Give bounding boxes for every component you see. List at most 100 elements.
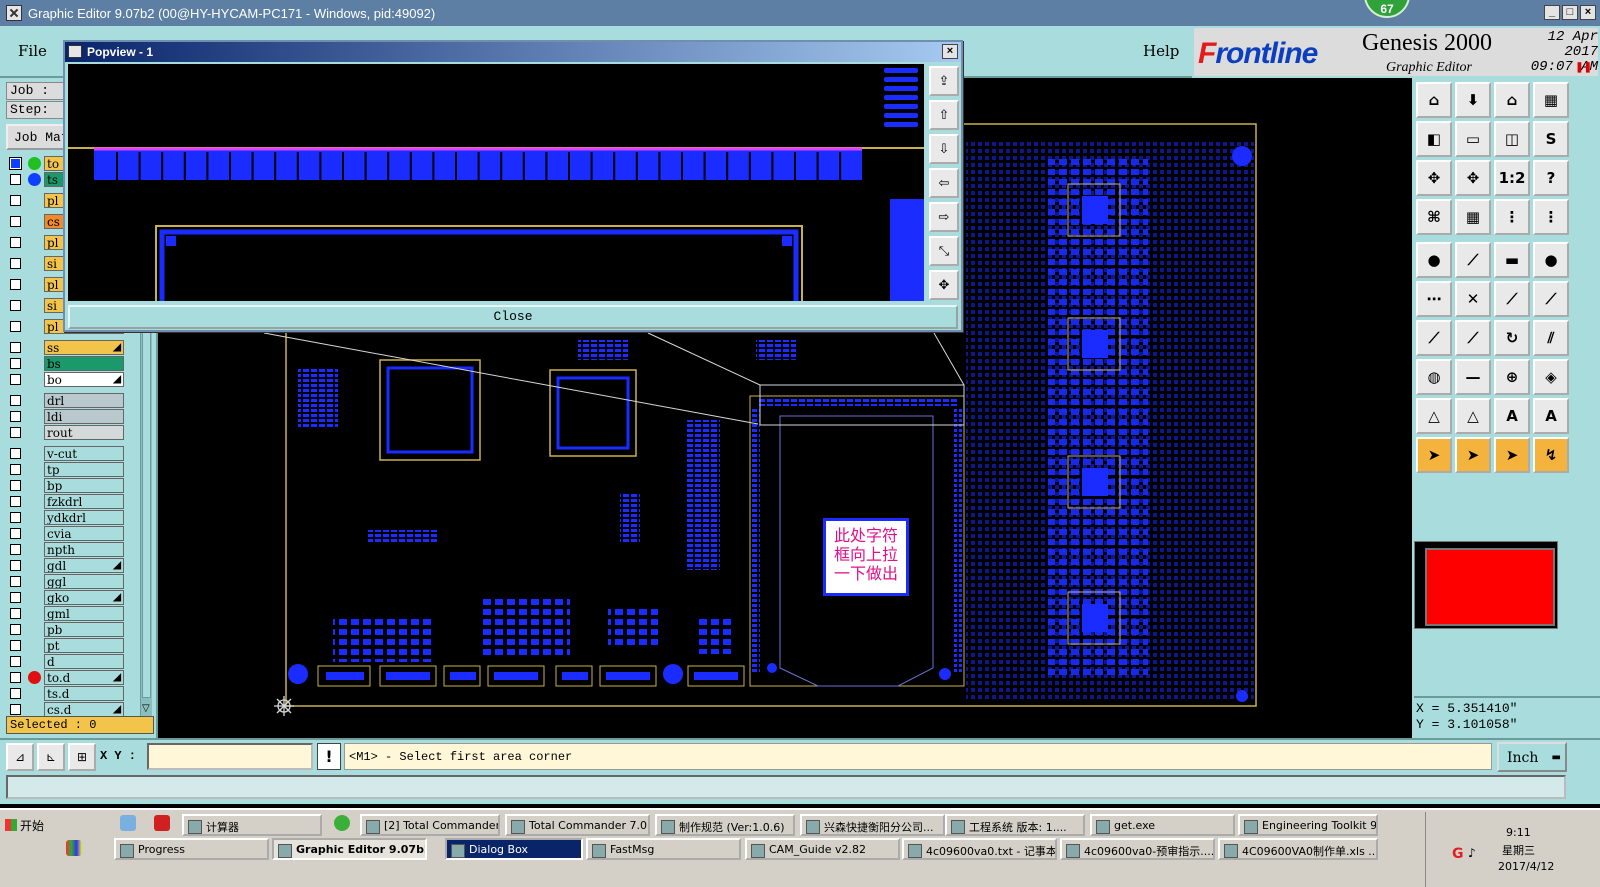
layer-row[interactable]: pt — [6, 638, 124, 653]
layer-checkbox[interactable] — [10, 279, 21, 290]
tool-button[interactable]: ▦ — [1533, 82, 1569, 118]
tool-button[interactable]: ◫ — [1494, 121, 1530, 157]
layer-checkbox[interactable] — [10, 512, 21, 523]
measure-mode-button[interactable]: ⊾ — [37, 743, 65, 771]
popview-close-icon[interactable]: × — [942, 44, 958, 59]
popview-close-button[interactable]: Close — [68, 305, 958, 329]
layer-checkbox[interactable] — [10, 656, 21, 667]
layer-checkbox[interactable] — [10, 672, 21, 683]
layer-row[interactable]: npth — [6, 542, 124, 557]
taskbar-item[interactable]: CAM_Guide v2.82 — [745, 838, 900, 860]
tool-button[interactable]: ⌂ — [1416, 82, 1452, 118]
tool-button[interactable]: ? — [1533, 160, 1569, 196]
units-select[interactable]: Inch ▬ — [1497, 742, 1567, 772]
popview-tool-button[interactable]: ⇦ — [929, 168, 959, 198]
popview-tool-button[interactable]: ⇩ — [929, 134, 959, 164]
layer-name[interactable]: pb — [44, 622, 124, 637]
layer-name[interactable]: cs.d — [44, 702, 124, 717]
tool-button[interactable]: ⋮ — [1494, 199, 1530, 235]
tool-button[interactable]: ◍ — [1416, 359, 1452, 395]
tool-button[interactable]: ⊕ — [1494, 359, 1530, 395]
tool-button[interactable]: A — [1494, 398, 1530, 434]
tool-button[interactable]: ▭ — [1455, 121, 1491, 157]
tool-button[interactable]: ✥ — [1455, 160, 1491, 196]
volume-icon[interactable]: ♪ — [1468, 846, 1476, 860]
layer-row[interactable]: ldi — [6, 409, 124, 424]
tool-button[interactable]: ⋮ — [1533, 199, 1569, 235]
layer-row[interactable]: fzkdrl — [6, 494, 124, 509]
tool-button[interactable]: ◧ — [1416, 121, 1452, 157]
taskbar-item[interactable]: Total Commander 7.0 ... — [505, 814, 650, 836]
layer-checkbox[interactable] — [10, 448, 21, 459]
taskbar-item[interactable]: 4C09600VA0制作单.xls ... — [1218, 838, 1378, 860]
layer-name[interactable]: pt — [44, 638, 124, 653]
layer-checkbox[interactable] — [10, 158, 21, 169]
minimize-button[interactable]: _ — [1544, 5, 1560, 20]
layer-name[interactable]: drl — [44, 393, 124, 408]
tool-button[interactable]: ⟋ — [1533, 281, 1569, 317]
popview-tool-button[interactable]: ⇪ — [929, 66, 959, 96]
tool-button[interactable]: ⟋ — [1494, 281, 1530, 317]
layer-name[interactable]: ts.d — [44, 686, 124, 701]
layer-name[interactable]: ldi — [44, 409, 124, 424]
layer-name[interactable]: bs — [44, 356, 124, 371]
maximize-button[interactable]: □ — [1562, 5, 1578, 20]
layer-row[interactable]: bp — [6, 478, 124, 493]
layer-name[interactable]: d — [44, 654, 124, 669]
popview-tool-button[interactable]: ⤡ — [929, 236, 959, 266]
layer-row[interactable]: rout — [6, 425, 124, 440]
layer-checkbox[interactable] — [10, 237, 21, 248]
layer-name[interactable]: bo — [44, 372, 124, 387]
layer-name[interactable]: rout — [44, 425, 124, 440]
popview-tool-button[interactable]: ✥ — [929, 270, 959, 300]
layer-checkbox[interactable] — [10, 395, 21, 406]
tool-button[interactable]: ⫽ — [1533, 320, 1569, 356]
layer-row[interactable]: cs.d ◢ — [6, 702, 124, 717]
scroll-down-icon[interactable]: ▽ — [142, 703, 150, 714]
layer-name[interactable]: to.d — [44, 670, 124, 685]
tool-button[interactable]: ⌂ — [1494, 82, 1530, 118]
layer-row[interactable]: gko ◢ — [6, 590, 124, 605]
snap-mode-button[interactable]: ⊿ — [6, 743, 34, 771]
layer-checkbox[interactable] — [10, 560, 21, 571]
layer-row[interactable]: tp — [6, 462, 124, 477]
layer-name[interactable]: bp — [44, 478, 124, 493]
taskbar-item[interactable]: 制作规范 (Ver:1.0.6) — [655, 814, 795, 836]
taskbar-item[interactable]: Graphic Editor 9.07b2 ... — [272, 838, 427, 860]
layer-name[interactable]: ydkdrl — [44, 510, 124, 525]
layer-name[interactable]: ss — [44, 340, 124, 355]
taskbar-item[interactable]: 计算器 — [182, 814, 322, 836]
tool-button[interactable]: ● — [1533, 242, 1569, 278]
tool-button[interactable]: ➤ — [1416, 437, 1452, 473]
layer-row[interactable]: pb — [6, 622, 124, 637]
taskbar-item[interactable]: FastMsg — [586, 838, 741, 860]
grid-mode-button[interactable]: ⊞ — [68, 743, 96, 771]
taskbar-item[interactable]: get.exe — [1090, 814, 1235, 836]
windows-icon[interactable] — [66, 840, 82, 856]
layer-checkbox[interactable] — [10, 195, 21, 206]
tool-button[interactable]: △ — [1455, 398, 1491, 434]
layer-checkbox[interactable] — [10, 480, 21, 491]
layer-row[interactable]: d — [6, 654, 124, 669]
popview-zoom-view[interactable] — [68, 64, 924, 301]
tool-button[interactable]: ▬ — [1494, 242, 1530, 278]
layer-row[interactable]: to.d ◢ — [6, 670, 124, 685]
current-color-swatch[interactable] — [1425, 548, 1555, 626]
layer-checkbox[interactable] — [10, 358, 21, 369]
notification-badge[interactable]: 67 — [1364, 0, 1410, 18]
tool-button[interactable]: ⌘ — [1416, 199, 1452, 235]
popview-tool-button[interactable]: ⇧ — [929, 100, 959, 130]
layer-checkbox[interactable] — [10, 427, 21, 438]
layer-checkbox[interactable] — [10, 174, 21, 185]
tool-button[interactable]: A — [1533, 398, 1569, 434]
layer-row[interactable]: ggl — [6, 574, 124, 589]
warning-icon[interactable]: ! — [317, 743, 341, 770]
menu-help[interactable]: Help — [1143, 42, 1179, 60]
tool-button[interactable]: ✕ — [1455, 281, 1491, 317]
layer-row[interactable]: gml — [6, 606, 124, 621]
popview-window[interactable]: Popview - 1 × ⇪ ⇧ ⇩ ⇦ ⇨ ⤡ ✥ Close — [63, 40, 963, 332]
antivirus-icon[interactable]: G — [1452, 846, 1464, 862]
layer-checkbox[interactable] — [10, 321, 21, 332]
tool-button[interactable]: △ — [1416, 398, 1452, 434]
layer-checkbox[interactable] — [10, 496, 21, 507]
